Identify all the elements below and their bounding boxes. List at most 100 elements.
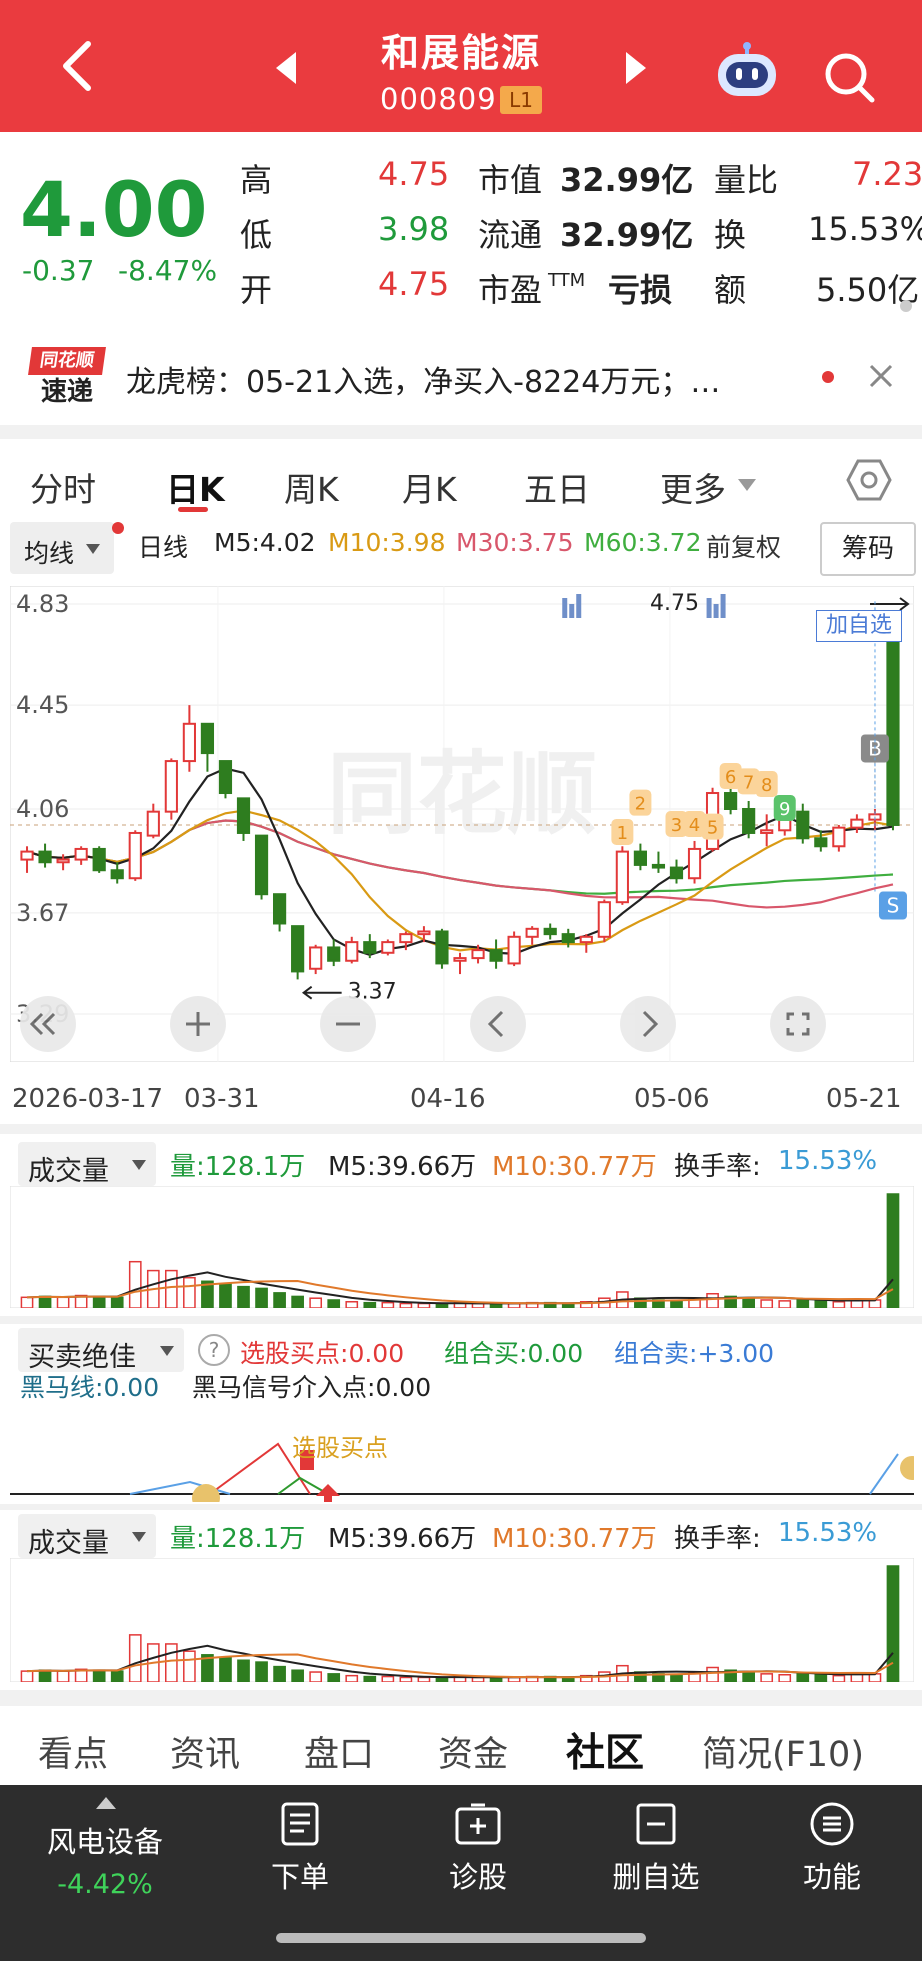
volume-bar: [291, 1669, 304, 1682]
tab-highlights[interactable]: 看点: [38, 1726, 108, 1777]
candle: [507, 935, 521, 965]
indicator-selector[interactable]: 买卖绝佳: [18, 1328, 184, 1373]
candle: [164, 760, 178, 813]
diagnose-button[interactable]: 诊股: [428, 1801, 528, 1896]
signal-c-value: +3.00: [697, 1339, 775, 1368]
volume-bar: [110, 1296, 124, 1308]
turnover-rate-value: 15.53%: [778, 1146, 878, 1176]
tab-five-day[interactable]: 五日: [524, 463, 590, 511]
scroll-left-button[interactable]: [470, 996, 526, 1052]
doc-icon: [281, 1802, 319, 1846]
candle: [309, 946, 323, 970]
search-icon[interactable]: [822, 50, 878, 106]
signal-c: 组合卖:+3.00: [614, 1334, 774, 1370]
bottom-toolbar: 风电设备 -4.42% 下单 诊股 删自选 功能: [0, 1785, 922, 1961]
adjust-mode[interactable]: 前复权: [706, 528, 781, 564]
volume-selector[interactable]: 成交量: [18, 1142, 156, 1187]
zoom-out-scroll-button[interactable]: [20, 996, 76, 1052]
volume-bar: [183, 1650, 196, 1682]
help-icon[interactable]: ?: [198, 1334, 230, 1366]
sector-name[interactable]: 风电设备: [30, 1819, 180, 1861]
tab-more[interactable]: 更多: [660, 463, 726, 511]
y-tick-label: 4.45: [16, 691, 69, 719]
order-button[interactable]: 下单: [250, 1801, 350, 1896]
candle: [687, 847, 702, 880]
seq-marker: 7: [743, 772, 754, 793]
pe-ttm-sup: TTM: [548, 270, 586, 291]
turnover-rate-value: 15.53%: [778, 1518, 878, 1548]
signal-chart: [10, 1442, 914, 1502]
volume-bar: [670, 1300, 683, 1308]
robot-assistant-icon[interactable]: [712, 40, 782, 102]
candle: [760, 829, 774, 834]
next-stock-icon[interactable]: [626, 52, 646, 84]
volume-bar: [237, 1285, 250, 1308]
ma-selector[interactable]: 均线: [10, 522, 114, 574]
signal-d-label: 黑马线:: [20, 1373, 104, 1402]
chip-button[interactable]: 筹码: [820, 522, 916, 576]
tab-orderbook[interactable]: 盘口: [304, 1726, 374, 1777]
zoom-out-button[interactable]: [320, 996, 376, 1052]
price-change: -0.37: [22, 254, 95, 287]
remove-watchlist-button[interactable]: 删自选: [596, 1801, 716, 1896]
volume-chart-2: [10, 1558, 914, 1682]
news-text: 龙虎榜：05-21入选，净买入-8224万元；…: [126, 365, 721, 400]
event-icon: [713, 604, 719, 618]
tab-monthly-k[interactable]: 月K: [402, 463, 457, 511]
price-change-pct: -8.47%: [118, 254, 218, 287]
settings-hexagon-icon[interactable]: [846, 457, 892, 503]
volume-bar: [814, 1300, 828, 1308]
chevron-up-icon[interactable]: [96, 1797, 116, 1809]
news-ticker[interactable]: 同花顺 速递 龙虎榜：05-21入选，净买入-8224万元；…: [0, 335, 922, 425]
chevron-down-icon: [132, 1532, 146, 1542]
signal-e-label: 黑马信号介入点:: [192, 1373, 376, 1402]
function-button[interactable]: 功能: [782, 1801, 882, 1896]
y-tick-label: 3.67: [16, 899, 69, 927]
volume-bar: [814, 1674, 828, 1682]
logo-top-text: 同花顺: [28, 347, 106, 375]
candle: [633, 850, 648, 866]
scroll-right-button[interactable]: [620, 996, 676, 1052]
candle: [254, 834, 269, 896]
divider: [0, 1504, 922, 1510]
tab-daily-k[interactable]: 日K: [166, 463, 225, 511]
volume-selector-2[interactable]: 成交量: [18, 1514, 156, 1559]
float-value: 32.99亿: [560, 216, 694, 254]
candle: [796, 810, 810, 840]
zoom-in-button[interactable]: [170, 996, 226, 1052]
volume-bar: [670, 1674, 683, 1682]
signal-d: 黑马线:0.00: [20, 1368, 159, 1404]
money-bag-icon: [192, 1484, 220, 1502]
more-dropdown-icon[interactable]: [738, 479, 756, 491]
volume-bar: [435, 1302, 449, 1308]
watermark: 同花顺: [327, 742, 597, 847]
add-watchlist-button[interactable]: 加自选: [816, 610, 902, 642]
volume-bar: [363, 1675, 377, 1682]
close-icon[interactable]: [868, 363, 894, 389]
tab-news[interactable]: 资讯: [170, 1726, 240, 1777]
tab-community[interactable]: 社区: [566, 1722, 644, 1778]
volume-bar: [327, 1673, 341, 1682]
volume-bar: [796, 1298, 810, 1308]
tab-profile[interactable]: 简况(F10): [702, 1726, 864, 1777]
candle: [651, 863, 666, 869]
kline-chart[interactable]: 4.834.454.063.673.29同花顺4.753.37BS1234567…: [10, 586, 914, 1062]
volume-bar: [796, 1672, 810, 1682]
candle: [200, 722, 215, 755]
tab-capital[interactable]: 资金: [438, 1726, 508, 1777]
last-price: 4.00: [20, 165, 208, 254]
fullscreen-button[interactable]: [770, 996, 826, 1052]
remove-watchlist-label: 删自选: [612, 1860, 700, 1894]
signal-a: 选股买点:0.00: [240, 1334, 404, 1370]
candle: [489, 949, 503, 962]
ths-flash-logo: 同花顺 速递: [28, 347, 106, 411]
expand-dot[interactable]: [900, 300, 912, 312]
tab-weekly-k[interactable]: 周K: [284, 463, 339, 511]
candle: [381, 941, 395, 954]
chevron-down-icon: [86, 544, 100, 554]
tab-intraday[interactable]: 分时: [30, 463, 96, 511]
volume-bar: [760, 1299, 774, 1308]
buy-arrow-icon: [316, 1484, 340, 1502]
candle: [110, 869, 124, 880]
candle: [128, 831, 142, 880]
